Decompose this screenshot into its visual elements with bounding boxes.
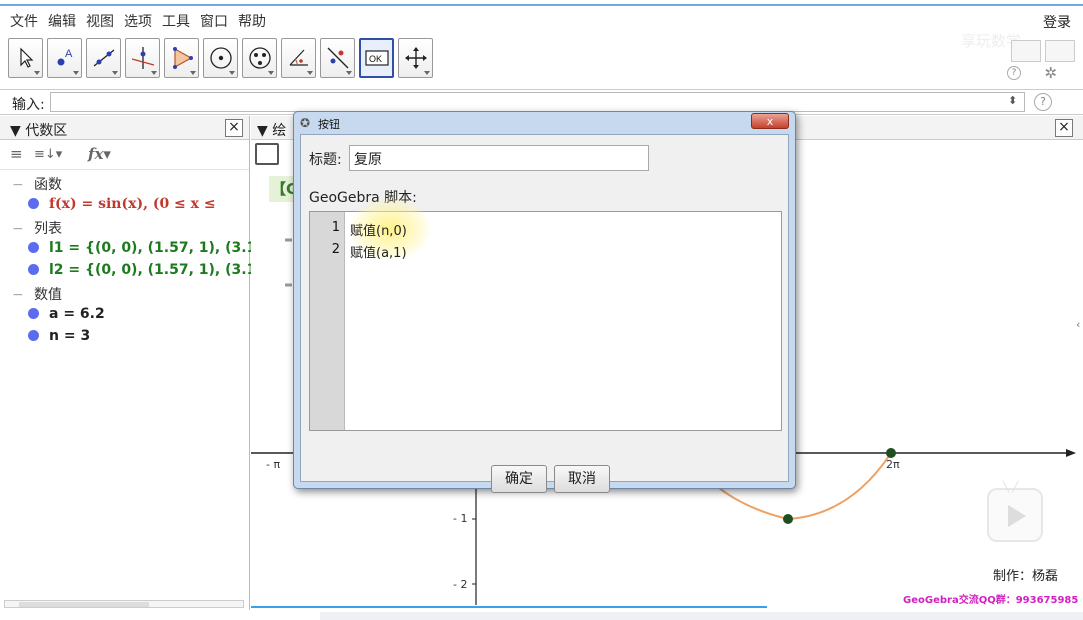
video-play-icon[interactable]: ╲ ╱ bbox=[987, 482, 1043, 542]
tick-label-neg-1: - 1 bbox=[453, 512, 468, 525]
caption-label: 标题: bbox=[309, 152, 342, 168]
bottom-strip bbox=[320, 612, 1083, 620]
dialog-titlebar[interactable]: ✪ 按钮 x bbox=[294, 112, 795, 134]
script-editor[interactable]: 1 2 赋值(n,0) 赋值(a,1) bbox=[309, 198, 782, 431]
line-number: 1 bbox=[331, 220, 340, 235]
dialog-app-icon: ✪ bbox=[300, 116, 311, 130]
collapse-arrow-icon[interactable]: ‹ bbox=[1076, 318, 1080, 331]
tick-label-neg-2: - 2 bbox=[453, 578, 468, 591]
caption-input[interactable]: 复原 bbox=[349, 145, 649, 171]
tick-label-neg-pi: - π bbox=[266, 458, 281, 471]
progress-line bbox=[251, 606, 767, 608]
x-axis-arrow bbox=[1066, 449, 1076, 457]
line-number-gutter: 1 2 bbox=[310, 212, 345, 430]
tick-label-2pi: 2π bbox=[886, 458, 900, 471]
credit-text: 制作：杨磊 bbox=[993, 569, 1059, 584]
cancel-button[interactable]: 取消 bbox=[554, 465, 610, 493]
dialog-body: 标题: 复原 GeoGebra 脚本: 1 2 赋值(n,0) 赋值(a,1) … bbox=[300, 134, 789, 493]
dialog-close-button[interactable]: x bbox=[751, 113, 789, 129]
list-point[interactable] bbox=[783, 514, 793, 524]
ok-button[interactable]: 确定 bbox=[491, 465, 547, 493]
script-line[interactable]: 赋值(n,0) bbox=[350, 220, 407, 239]
button-dialog: ✪ 按钮 x 标题: 复原 GeoGebra 脚本: 1 2 赋值(n,0) 赋… bbox=[293, 111, 796, 493]
line-number: 2 bbox=[331, 242, 340, 257]
dialog-title: 按钮 bbox=[318, 118, 340, 131]
script-line[interactable]: 赋值(a,1) bbox=[350, 242, 407, 261]
qq-group-text: GeoGebra交流QQ群：993675985 bbox=[903, 595, 1079, 606]
list-point[interactable] bbox=[886, 448, 896, 458]
